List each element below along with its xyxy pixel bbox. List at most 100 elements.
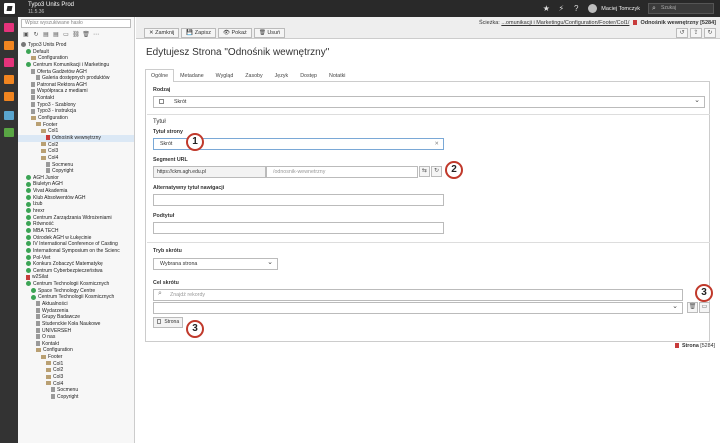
tree-item[interactable]: Galeria dostępnych produktów [18,75,134,82]
shortcut-target-list[interactable] [153,302,683,314]
typo3-logo[interactable] [4,3,15,14]
doktype-select[interactable]: Skrót [153,96,705,108]
tree-doc2-icon[interactable]: ▤ [52,31,60,39]
tree-item[interactable]: Patronat Rektora AGH [18,82,134,89]
tree-item[interactable]: Typo3 - Szablony [18,102,134,109]
tree-item[interactable]: Centrum Komunikacji i Marketingu [18,62,134,69]
url-segment-input[interactable]: /odnosnik-wewnetrzny [266,166,418,178]
tree-item[interactable]: Klub Absolwentów AGH [18,195,134,202]
tree-item[interactable]: Col1 [18,361,134,368]
tree-item[interactable]: Wydarzenia [18,308,134,315]
refresh-page-icon[interactable]: ↻ [704,28,716,38]
tree-item[interactable]: Kontakt [18,341,134,348]
tree-item[interactable]: Ośrodek AGH w Łukęcinie [18,235,134,242]
tab-language[interactable]: Język [269,69,295,81]
extensions-module-icon[interactable] [4,128,14,137]
tree-item[interactable]: Socmenu [18,162,134,169]
tree-item[interactable]: Grupy Badawcze [18,314,134,321]
shortcut-mode-select[interactable]: Wybrana strona [153,258,278,270]
tree-item[interactable]: Aktualności [18,301,134,308]
tree-item[interactable]: Col4 [18,381,134,388]
tree-delete-icon[interactable]: 🗑 [82,31,90,39]
user-name[interactable]: Maciej Tomczyk [601,6,640,12]
info-module-icon[interactable] [4,75,14,84]
close-button[interactable]: ✕ Zamknij [144,28,180,38]
nav-title-input[interactable] [153,194,444,206]
browse-pages-icon[interactable]: ▭ [699,302,710,313]
tree-folder-icon[interactable]: ▭ [62,31,70,39]
view-button[interactable]: 👁 Pokaż [218,28,252,38]
tree-item[interactable]: Footer [18,122,134,129]
tree-item[interactable]: Configuration [18,115,134,122]
view-module-icon[interactable] [4,58,14,67]
flash-icon[interactable]: ⚡ [555,3,567,15]
tab-notes[interactable]: Notatki [323,69,352,81]
tree-item[interactable]: IV International Conference of Casting [18,241,134,248]
tree-item[interactable]: Space Technology Centre [18,288,134,295]
tree-item[interactable]: AGH Junior [18,175,134,182]
tree-item[interactable]: Col2 [18,142,134,149]
tree-item[interactable]: w2Silat [18,274,134,281]
tree-item[interactable]: Typo3 - instrukcja [18,108,134,115]
tree-item[interactable]: Centrum Zarządzania Wdrożeniami [18,215,134,222]
delete-button[interactable]: 🗑 Usuń [253,28,286,38]
url-toggle-icon[interactable]: ⇆ [419,166,430,177]
tree-item[interactable]: Oferta Gadżetów AGH [18,69,134,76]
tree-item[interactable]: Configuration [18,347,134,354]
tree-item[interactable]: Biuletyn AGH [18,181,134,188]
url-recreate-icon[interactable]: ↻ [431,166,442,177]
page-type-chip[interactable]: Strona [153,317,184,328]
tree-item[interactable]: Równość [18,221,134,228]
global-search-input[interactable]: Szukaj [648,3,714,14]
tree-link-icon[interactable]: ⛓ [72,31,80,39]
save-button[interactable]: 💾 Zapisz [181,28,216,38]
tree-item[interactable]: Col3 [18,374,134,381]
tree-item[interactable]: UNIVERSEH [18,328,134,335]
tree-item[interactable]: Współpraca z mediami [18,88,134,95]
filelist-module-icon[interactable] [4,111,14,120]
help-icon[interactable]: ? [570,3,582,15]
tree-item[interactable]: Col2 [18,367,134,374]
avatar[interactable] [588,4,598,13]
tree-item[interactable]: Iżub [18,201,134,208]
tree-item[interactable]: hrexr [18,208,134,215]
list-module-icon[interactable] [4,41,14,50]
new-page-icon[interactable]: ▣ [22,31,30,39]
tree-doc-icon[interactable]: ▤ [42,31,50,39]
tree-item[interactable]: International Symposium on the Scienc [18,248,134,255]
tree-item[interactable]: Studenckie Koła Naukowe [18,321,134,328]
tree-filter-input[interactable]: Wpisz wyszukiwane hasło [21,19,131,28]
refresh-icon[interactable]: ↻ [32,31,40,39]
page-module-icon[interactable] [4,23,14,32]
tree-item[interactable]: Default [18,49,134,56]
tree-item[interactable]: O nas [18,334,134,341]
tree-more-icon[interactable]: ⋯ [92,31,100,39]
tree-item[interactable]: Centrum Technologii Kosmicznych [18,281,134,288]
tab-metadata[interactable]: Metadane [174,69,210,81]
tree-item[interactable]: Col1 [18,128,134,135]
tree-item[interactable]: Vivat Akademia [18,188,134,195]
tree-item[interactable]: Centrum Cyberbezpieczeństwa [18,268,134,275]
breadcrumb-path[interactable]: ...omunikacji i Marketingu/Configuration… [501,20,629,26]
record-search-input[interactable]: ⌕ Znajdź rekordy [153,289,683,301]
tree-item[interactable]: Odnośnik wewnętrzny [18,134,134,142]
tree-item[interactable]: Footer [18,354,134,361]
templates-module-icon[interactable] [4,92,14,101]
bookmark-star-icon[interactable]: ★ [540,3,552,15]
tree-item[interactable]: Copyright [18,394,134,401]
tree-item[interactable]: Col3 [18,148,134,155]
tree-item[interactable]: Kontakt [18,95,134,102]
tree-item[interactable]: Pol-Viet [18,255,134,262]
tab-appearance[interactable]: Wygląd [210,69,240,81]
subtitle-input[interactable] [153,222,444,234]
tree-item[interactable]: Socmenu [18,387,134,394]
tree-item[interactable]: MBA TECH [18,228,134,235]
share-icon[interactable]: ⇪ [690,28,702,38]
tree-item[interactable]: Centrum Technologii Kosmicznych [18,294,134,301]
tree-item[interactable]: Col4 [18,155,134,162]
trash-icon[interactable]: 🗑 [687,302,698,313]
tree-item[interactable]: Konkurs Zobaczyć Matematykę [18,261,134,268]
tab-general[interactable]: Ogólne [145,69,175,82]
tree-item[interactable]: Copyright [18,168,134,175]
clear-icon[interactable]: ✕ [435,139,439,149]
